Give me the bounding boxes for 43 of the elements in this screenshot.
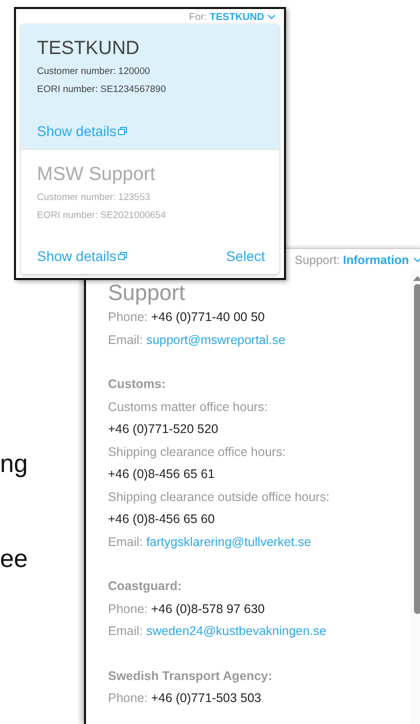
hours-label: Shipping clearance office hours:	[108, 444, 287, 461]
hours-label: Shipping clearance outside office hours:	[108, 488, 330, 506]
information-dropdown[interactable]: Information	[343, 253, 420, 267]
email-link[interactable]: support@mswreportal.se	[146, 332, 286, 346]
email-line: Email: support@mswreportal.se	[108, 332, 286, 349]
phone-number: +46 (0)8-456 65 60	[108, 511, 216, 528]
customer-name: MSW Support	[37, 164, 156, 186]
customer-card[interactable]: MSW Support Customer number: 123553 EORI number: SE2021000654 Show details Select	[21, 149, 279, 274]
background-text: ee	[0, 545, 28, 574]
scroll-up-icon[interactable]	[412, 275, 420, 281]
customer-dropdown[interactable]: TESTKUND	[210, 12, 276, 23]
show-details-link[interactable]: Show details	[37, 123, 128, 139]
customer-card[interactable]: TESTKUND Customer number: 120000 EORI number: SE1234567890 Show details	[21, 24, 279, 149]
scrollbar-thumb[interactable]	[414, 284, 420, 614]
section-heading: Customs:	[108, 376, 167, 393]
background-text: ng	[0, 450, 28, 479]
select-link[interactable]: Select	[226, 248, 265, 264]
hours-label: Customs matter office hours:	[108, 398, 269, 416]
chevron-down-icon	[413, 257, 420, 263]
phone-line: Phone: +46 (0)771-40 00 50	[108, 309, 266, 326]
chevron-down-icon	[267, 14, 276, 20]
panel-title: Support	[108, 280, 186, 306]
email-line: Email: sweden24@kustbevakningen.se	[108, 623, 328, 640]
section-heading: Swedish Transport Agency:	[108, 668, 274, 685]
customer-name: TESTKUND	[37, 38, 140, 60]
section-heading: Coastguard:	[108, 578, 183, 595]
external-window-icon	[118, 252, 128, 260]
for-label: For:	[188, 12, 207, 23]
external-window-icon	[118, 127, 128, 135]
phone-line: Phone: +46 (0)771-503 503	[108, 690, 262, 707]
scrollbar[interactable]	[410, 269, 420, 724]
customer-number: Customer number: 123553	[37, 191, 150, 205]
customer-number: Customer number: 120000	[37, 65, 150, 79]
email-link[interactable]: sweden24@kustbevakningen.se	[146, 624, 326, 638]
eori-number: EORI number: SE2021000654	[37, 209, 166, 223]
email-link[interactable]: fartygsklarering@tullverket.se	[146, 534, 312, 548]
support-label: Support:	[294, 253, 340, 267]
phone-number: +46 (0)8-456 65 61	[108, 466, 216, 483]
phone-line: Phone: +46 (0)8-578 97 630	[108, 600, 266, 618]
eori-number: EORI number: SE1234567890	[37, 83, 166, 97]
email-line: Email: fartygsklarering@tullverket.se	[108, 534, 312, 551]
show-details-link[interactable]: Show details	[37, 248, 128, 264]
phone-number: +46 (0)771-520 520	[108, 421, 220, 438]
